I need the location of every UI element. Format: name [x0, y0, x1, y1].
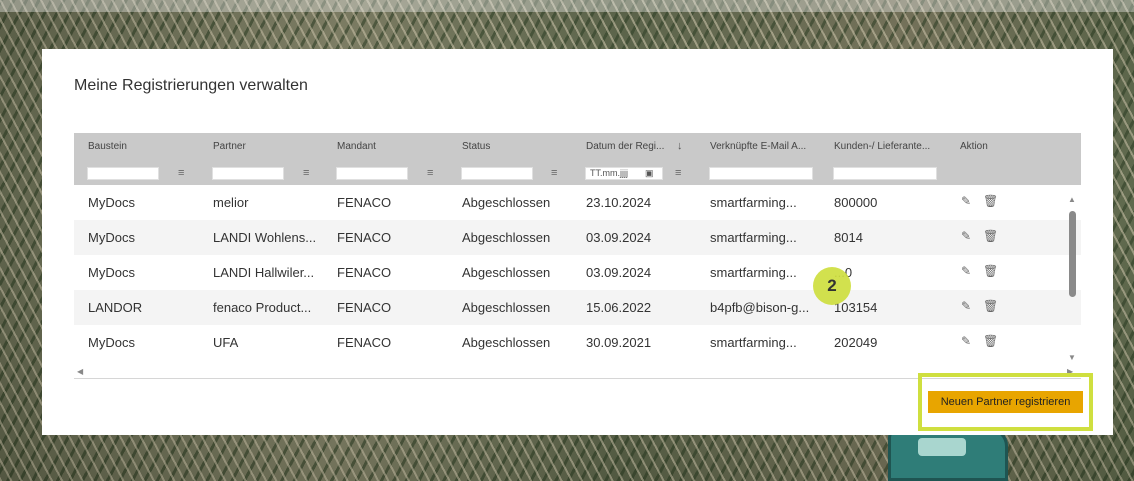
step-badge: 2	[813, 267, 851, 305]
table-row[interactable]: MyDocs LANDI Hallwiler... FENACO Abgesch…	[74, 255, 1081, 290]
filter-icon[interactable]: ≡	[551, 166, 557, 180]
trash-icon[interactable]: 🗑	[983, 229, 998, 243]
header-mandant[interactable]: Mandant	[337, 141, 437, 152]
filter-icon[interactable]: ≡	[178, 166, 184, 180]
cell-partner: fenaco Product...	[213, 300, 312, 315]
calendar-icon[interactable]: ▣	[645, 168, 654, 179]
cell-baustein: LANDOR	[88, 300, 143, 315]
cell-mandant: FENACO	[337, 335, 392, 350]
cell-email: b4pfb@bison-g...	[710, 300, 810, 315]
cell-partner: melior	[213, 195, 249, 210]
table-row[interactable]: MyDocs UFA FENACO Abgeschlossen 30.09.20…	[74, 325, 1081, 360]
table-header: Baustein Partner Mandant Status Datum de…	[74, 133, 1081, 185]
header-baustein[interactable]: Baustein	[88, 141, 188, 152]
cell-baustein: MyDocs	[88, 335, 135, 350]
cell-status: Abgeschlossen	[462, 335, 551, 350]
trash-icon[interactable]: 🗑	[983, 334, 998, 348]
sort-down-icon[interactable]: ↓	[677, 140, 683, 152]
pencil-icon[interactable]: ✎	[961, 334, 971, 348]
cell-email: smartfarming...	[710, 265, 797, 280]
cell-status: Abgeschlossen	[462, 230, 551, 245]
pencil-icon[interactable]: ✎	[961, 299, 971, 313]
page-title: Meine Registrierungen verwalten	[74, 77, 308, 94]
registrations-table: Baustein Partner Mandant Status Datum de…	[74, 133, 1081, 379]
cell-partner: LANDI Wohlens...	[213, 230, 317, 245]
cell-partner: LANDI Hallwiler...	[213, 265, 315, 280]
filter-icon[interactable]: ≡	[303, 166, 309, 180]
cell-kunden: ...0	[834, 265, 944, 280]
top-strip	[0, 0, 1134, 12]
cell-baustein: MyDocs	[88, 265, 135, 280]
cell-status: Abgeschlossen	[462, 300, 551, 315]
filter-input-kunden[interactable]	[833, 167, 937, 180]
cell-mandant: FENACO	[337, 265, 392, 280]
cell-datum: 03.09.2024	[586, 230, 652, 245]
table-row[interactable]: MyDocs melior FENACO Abgeschlossen 23.10…	[74, 185, 1081, 220]
cell-datum: 03.09.2024	[586, 265, 652, 280]
pencil-icon[interactable]: ✎	[961, 229, 971, 243]
pencil-icon[interactable]: ✎	[961, 194, 971, 208]
cell-partner: UFA	[213, 335, 239, 350]
cell-baustein: MyDocs	[88, 195, 135, 210]
cell-kunden: 8014	[834, 230, 863, 245]
table-row[interactable]: LANDOR fenaco Product... FENACO Abgeschl…	[74, 290, 1081, 325]
header-kunden[interactable]: Kunden-/ Lieferante...	[834, 141, 944, 152]
cell-datum: 23.10.2024	[586, 195, 652, 210]
registrations-card: Meine Registrierungen verwalten Baustein…	[42, 49, 1113, 435]
filter-input-baustein[interactable]	[87, 167, 159, 180]
scroll-left-icon[interactable]: ◀	[77, 367, 83, 376]
filter-input-status[interactable]	[461, 167, 533, 180]
cell-baustein: MyDocs	[88, 230, 135, 245]
cell-datum: 15.06.2022	[586, 300, 652, 315]
cell-email: smartfarming...	[710, 230, 797, 245]
filter-input-email[interactable]	[709, 167, 813, 180]
cell-datum: 30.09.2021	[586, 335, 652, 350]
filter-icon[interactable]: ≡	[675, 166, 681, 180]
header-status[interactable]: Status	[462, 141, 562, 152]
cell-mandant: FENACO	[337, 300, 392, 315]
cell-kunden: 103154	[834, 300, 878, 315]
header-email[interactable]: Verknüpfte E-Mail A...	[710, 141, 820, 152]
scroll-down-icon[interactable]: ▼	[1068, 353, 1076, 362]
pencil-icon[interactable]: ✎	[961, 264, 971, 278]
table-row[interactable]: MyDocs LANDI Wohlens... FENACO Abgeschlo…	[74, 220, 1081, 255]
filter-input-partner[interactable]	[212, 167, 284, 180]
vertical-scrollbar[interactable]: ▲ ▼	[1067, 195, 1079, 365]
cell-kunden: 202049	[834, 335, 878, 350]
scroll-up-icon[interactable]: ▲	[1068, 195, 1076, 204]
cell-status: Abgeschlossen	[462, 265, 551, 280]
cell-email: smartfarming...	[710, 195, 797, 210]
tractor-image	[888, 428, 1008, 481]
register-partner-button[interactable]: Neuen Partner registrieren	[928, 391, 1083, 413]
trash-icon[interactable]: 🗑	[983, 264, 998, 278]
scrollbar-thumb[interactable]	[1069, 211, 1076, 297]
trash-icon[interactable]: 🗑	[983, 194, 998, 208]
cell-email: smartfarming...	[710, 335, 797, 350]
header-aktion: Aktion	[960, 141, 988, 152]
filter-input-mandant[interactable]	[336, 167, 408, 180]
cell-mandant: FENACO	[337, 230, 392, 245]
filter-icon[interactable]: ≡	[427, 166, 433, 180]
cell-status: Abgeschlossen	[462, 195, 551, 210]
trash-icon[interactable]: 🗑	[983, 299, 998, 313]
cell-kunden: 800000	[834, 195, 878, 210]
header-partner[interactable]: Partner	[213, 141, 313, 152]
header-datum[interactable]: Datum der Regi...	[586, 141, 672, 152]
cell-mandant: FENACO	[337, 195, 392, 210]
